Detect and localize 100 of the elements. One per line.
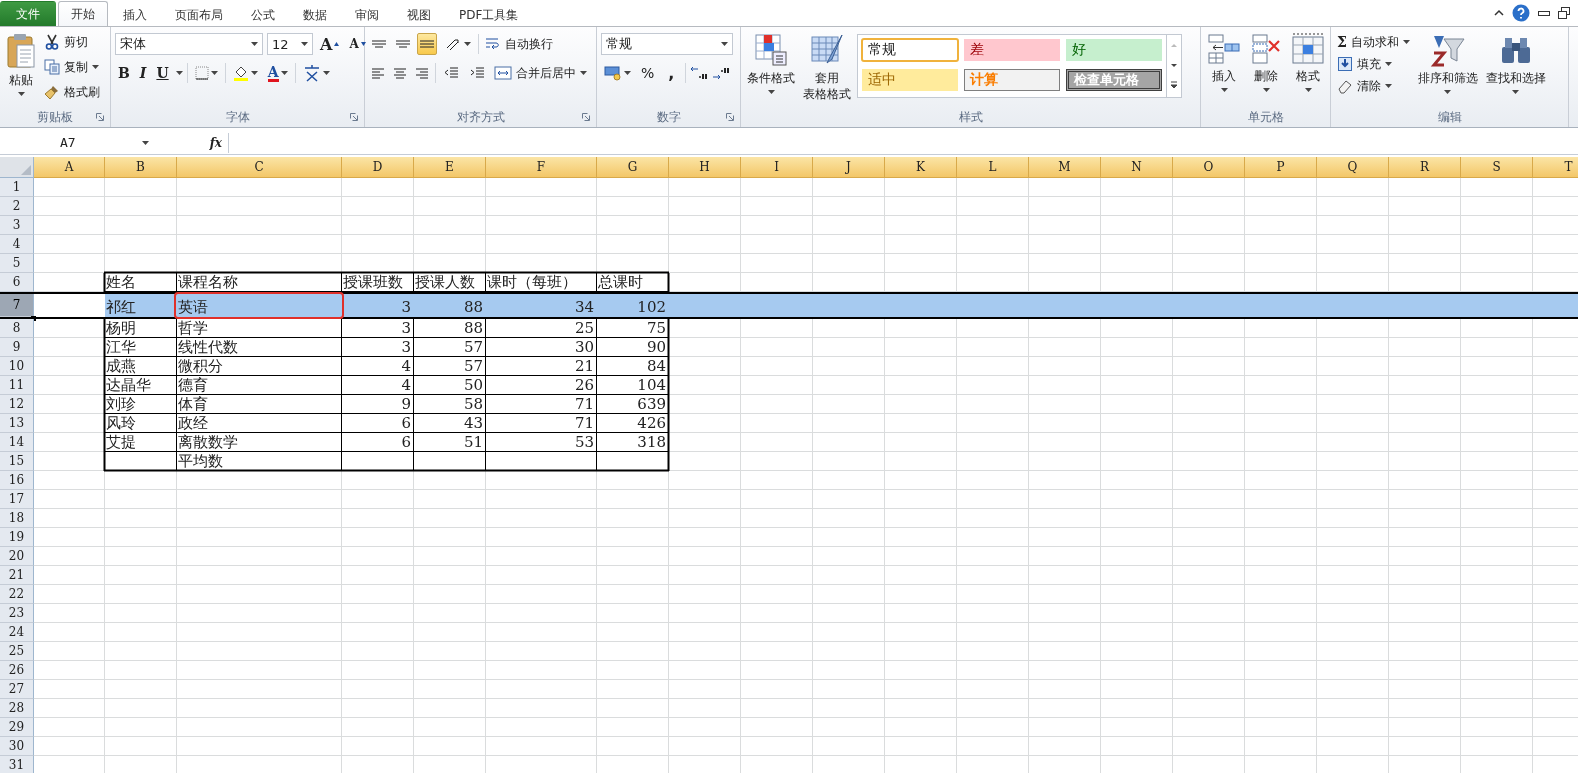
dialog-launcher-icon[interactable] [582,113,590,121]
row-header[interactable]: 17 [0,490,34,509]
row-header[interactable]: 14 [0,433,34,452]
increase-decimal-icon[interactable] [690,65,709,81]
row-header[interactable]: 28 [0,699,34,718]
font-color-button[interactable]: A [264,62,291,84]
row-header[interactable]: 30 [0,737,34,756]
dialog-launcher-icon[interactable] [350,113,358,121]
row-header[interactable]: 3 [0,216,34,235]
editing-command[interactable]: 清除 [1335,75,1412,97]
minimize-icon[interactable] [1538,9,1550,17]
column-header[interactable]: L [957,157,1029,178]
row-header[interactable]: 24 [0,623,34,642]
row-header[interactable]: 10 [0,357,34,376]
font-size-field[interactable]: 12 [267,33,313,55]
name-box[interactable]: A7 [0,131,155,154]
comma-button[interactable]: , [661,62,682,84]
ribbon-tab[interactable]: 公式 [238,4,288,26]
paste-button[interactable]: 粘贴 [4,31,38,107]
restore-icon[interactable] [1558,7,1570,19]
column-header[interactable]: B [105,157,177,178]
column-header[interactable]: Q [1317,157,1389,178]
collapse-ribbon-icon[interactable] [1494,9,1504,17]
bold-button[interactable]: B [115,62,133,84]
number-format-field[interactable]: 常规 [601,33,733,55]
row-header[interactable]: 15 [0,452,34,471]
column-header[interactable]: F [486,157,597,178]
row-header[interactable]: 21 [0,566,34,585]
clipboard-command[interactable]: 剪切 [42,31,102,53]
conditional-format-button[interactable]: 条件格式 [745,31,797,107]
row-header[interactable]: 18 [0,509,34,528]
percent-button[interactable]: % [638,62,658,84]
clipboard-command[interactable]: 格式刷 [42,81,102,103]
merge-center-button[interactable]: 合并后居中 [492,62,589,84]
editing-command[interactable]: 填充 [1335,53,1412,75]
row-header[interactable]: 26 [0,661,34,680]
ribbon-tab[interactable]: 开始 [58,1,108,26]
row-header[interactable]: 9 [0,338,34,357]
column-header[interactable]: R [1389,157,1461,178]
file-tab[interactable]: 文件 [0,1,56,26]
editing-command[interactable]: Σ 自动求和 [1335,31,1412,53]
column-header[interactable]: T [1533,157,1578,178]
row-header[interactable]: 12 [0,395,34,414]
row-header[interactable]: 5 [0,254,34,273]
clipboard-command[interactable]: 复制 [42,56,102,78]
cell-style-option[interactable]: 适中 [862,69,958,91]
row-header[interactable]: 2 [0,197,34,216]
dialog-launcher-icon[interactable] [726,113,734,121]
column-header[interactable]: I [741,157,813,178]
column-header[interactable]: S [1461,157,1533,178]
row-header[interactable]: 7 [0,294,34,317]
row-header[interactable]: 29 [0,718,34,737]
column-header[interactable]: H [669,157,741,178]
row-header[interactable]: 27 [0,680,34,699]
underline-button[interactable]: U [153,62,172,84]
ribbon-tab[interactable]: 审阅 [342,4,392,26]
grow-font-button[interactable]: A [317,33,343,55]
column-header[interactable]: P [1245,157,1317,178]
insert-function-button[interactable]: fx [209,135,222,150]
shrink-font-button[interactable]: A [346,33,369,55]
row-header[interactable]: 1 [0,178,34,197]
column-header[interactable]: J [813,157,885,178]
column-header[interactable]: A [34,157,105,178]
row-header[interactable]: 8 [0,319,34,338]
ribbon-tab[interactable]: 页面布局 [162,4,236,26]
cell-style-option[interactable]: 差 [964,39,1060,61]
wrap-text-button[interactable]: 自动换行 [483,33,555,55]
row-header[interactable]: 31 [0,756,34,773]
row-header[interactable]: 20 [0,547,34,566]
row-header[interactable]: 25 [0,642,34,661]
row-header[interactable]: 22 [0,585,34,604]
column-header[interactable]: C [177,157,342,178]
ribbon-tab[interactable]: 视图 [394,4,444,26]
column-header[interactable]: K [885,157,957,178]
row-header[interactable]: 11 [0,376,34,395]
font-name-field[interactable]: 宋体 [115,33,263,55]
italic-button[interactable]: I [136,62,150,84]
column-header[interactable]: E [414,157,486,178]
column-header[interactable]: D [342,157,414,178]
row-header[interactable]: 13 [0,414,34,433]
column-header[interactable]: G [597,157,669,178]
row-header[interactable]: 16 [0,471,34,490]
decrease-decimal-icon[interactable] [712,65,731,81]
cells-command-button[interactable]: 格式 [1289,31,1327,107]
ribbon-tab[interactable]: 数据 [290,4,340,26]
column-header[interactable]: O [1173,157,1245,178]
cells-command-button[interactable]: 删除 [1247,31,1285,107]
row-header[interactable]: 4 [0,235,34,254]
editing-command-button[interactable]: 查找和选择 [1483,31,1548,107]
cells-command-button[interactable]: 插入 [1205,31,1243,107]
help-icon[interactable] [1512,4,1530,22]
ribbon-tab[interactable]: 插入 [110,4,160,26]
editing-command-button[interactable]: 排序和筛选 [1415,31,1480,107]
format-as-table-button[interactable]: 套用 表格格式 [801,31,853,107]
row-header[interactable]: 19 [0,528,34,547]
row-header[interactable]: 23 [0,604,34,623]
cell-style-option[interactable]: 好 [1066,39,1162,61]
column-header[interactable]: N [1101,157,1173,178]
vertical-align-button[interactable] [417,33,437,55]
row-header[interactable]: 6 [0,273,34,292]
